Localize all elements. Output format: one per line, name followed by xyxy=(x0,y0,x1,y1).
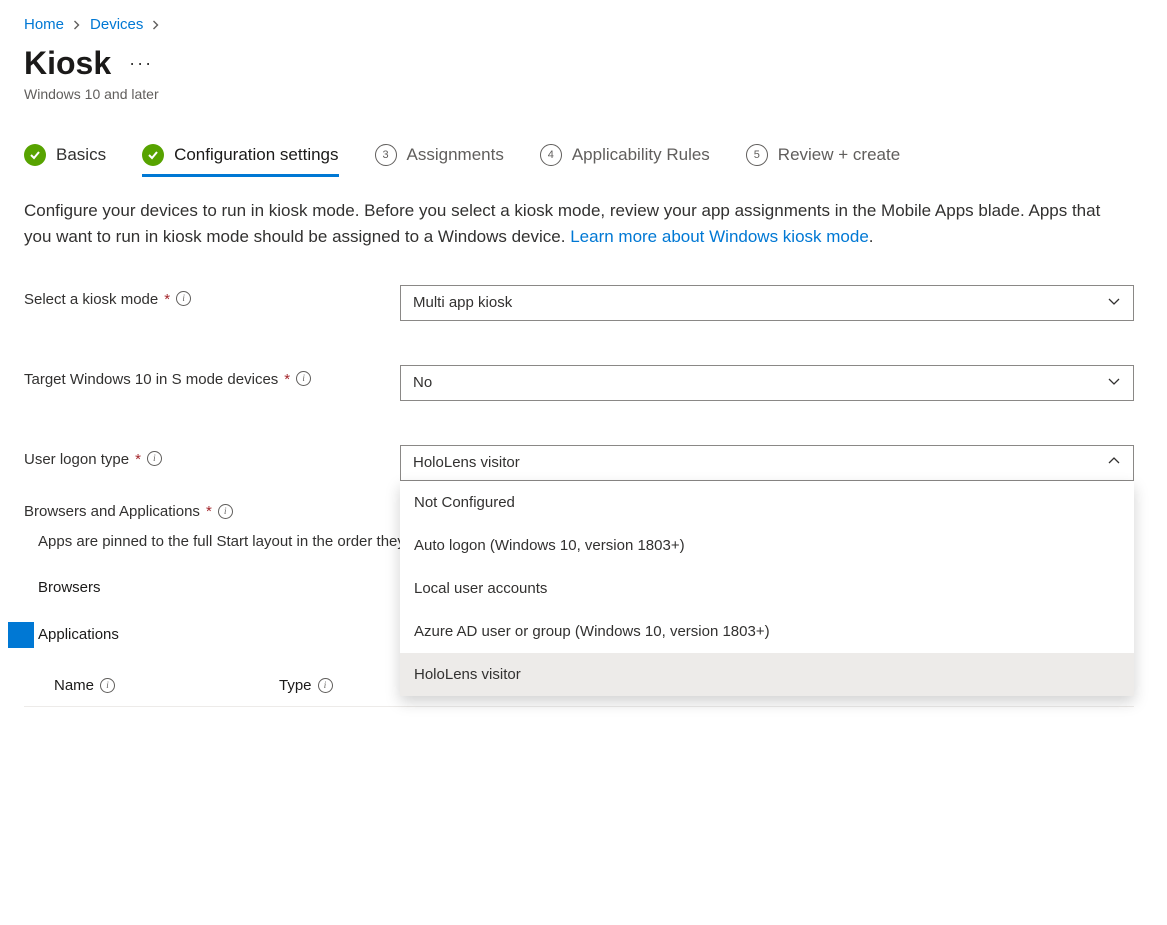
tab-configuration-settings[interactable]: Configuration settings xyxy=(142,144,338,176)
intro-text: Configure your devices to run in kiosk m… xyxy=(24,198,1124,251)
info-icon[interactable]: i xyxy=(176,291,191,306)
step-number-icon: 3 xyxy=(375,144,397,166)
required-star-icon: * xyxy=(206,503,212,520)
dropdown-option[interactable]: Local user accounts xyxy=(400,567,1134,610)
info-icon[interactable]: i xyxy=(296,371,311,386)
chevron-down-icon xyxy=(1107,294,1121,312)
tab-label: Applicability Rules xyxy=(572,145,710,165)
logon-type-label: User logon type * i xyxy=(24,445,400,468)
chevron-up-icon xyxy=(1107,454,1121,472)
learn-more-link[interactable]: Learn more about Windows kiosk mode xyxy=(570,227,869,246)
dropdown-option[interactable]: Not Configured xyxy=(400,481,1134,524)
chevron-right-icon xyxy=(151,17,161,33)
s-mode-label: Target Windows 10 in S mode devices * i xyxy=(24,365,400,388)
info-icon[interactable]: i xyxy=(318,678,333,693)
tab-assignments[interactable]: 3 Assignments xyxy=(375,144,504,176)
breadcrumb-home[interactable]: Home xyxy=(24,16,64,33)
select-value: No xyxy=(413,374,432,391)
info-icon[interactable]: i xyxy=(147,451,162,466)
breadcrumb: Home Devices xyxy=(24,16,1143,33)
required-star-icon: * xyxy=(135,451,141,468)
tab-applicability-rules[interactable]: 4 Applicability Rules xyxy=(540,144,710,176)
chevron-down-icon xyxy=(1107,374,1121,392)
th-name: Name i xyxy=(54,677,279,694)
logon-type-select[interactable]: HoloLens visitor xyxy=(400,445,1134,481)
chevron-right-icon xyxy=(72,17,82,33)
breadcrumb-devices[interactable]: Devices xyxy=(90,16,143,33)
tab-label: Basics xyxy=(56,145,106,165)
info-icon[interactable]: i xyxy=(218,504,233,519)
kiosk-mode-select[interactable]: Multi app kiosk xyxy=(400,285,1134,321)
dropdown-option[interactable]: Auto logon (Windows 10, version 1803+) xyxy=(400,524,1134,567)
page-subtitle: Windows 10 and later xyxy=(24,86,1143,102)
tab-label: Assignments xyxy=(407,145,504,165)
select-value: HoloLens visitor xyxy=(413,454,520,471)
check-icon xyxy=(24,144,46,166)
subtab-browsers[interactable]: Browsers xyxy=(38,573,101,602)
check-icon xyxy=(142,144,164,166)
tab-label: Review + create xyxy=(778,145,900,165)
wizard-tabs: Basics Configuration settings 3 Assignme… xyxy=(24,144,1143,176)
step-number-icon: 5 xyxy=(746,144,768,166)
info-icon[interactable]: i xyxy=(100,678,115,693)
kiosk-mode-label: Select a kiosk mode * i xyxy=(24,285,400,308)
tab-review-create[interactable]: 5 Review + create xyxy=(746,144,900,176)
page-title: Kiosk xyxy=(24,45,111,82)
tab-basics[interactable]: Basics xyxy=(24,144,106,176)
select-value: Multi app kiosk xyxy=(413,294,512,311)
tab-label: Configuration settings xyxy=(174,145,338,165)
step-number-icon: 4 xyxy=(540,144,562,166)
required-star-icon: * xyxy=(164,291,170,308)
page-header: Kiosk ··· xyxy=(24,45,1143,82)
more-actions-icon[interactable]: ··· xyxy=(125,53,157,74)
required-star-icon: * xyxy=(284,371,290,388)
subtab-applications[interactable]: Applications xyxy=(38,620,119,649)
s-mode-select[interactable]: No xyxy=(400,365,1134,401)
dropdown-option[interactable]: Azure AD user or group (Windows 10, vers… xyxy=(400,610,1134,653)
logon-type-dropdown: Not Configured Auto logon (Windows 10, v… xyxy=(400,481,1134,696)
dropdown-option[interactable]: HoloLens visitor xyxy=(400,653,1134,696)
